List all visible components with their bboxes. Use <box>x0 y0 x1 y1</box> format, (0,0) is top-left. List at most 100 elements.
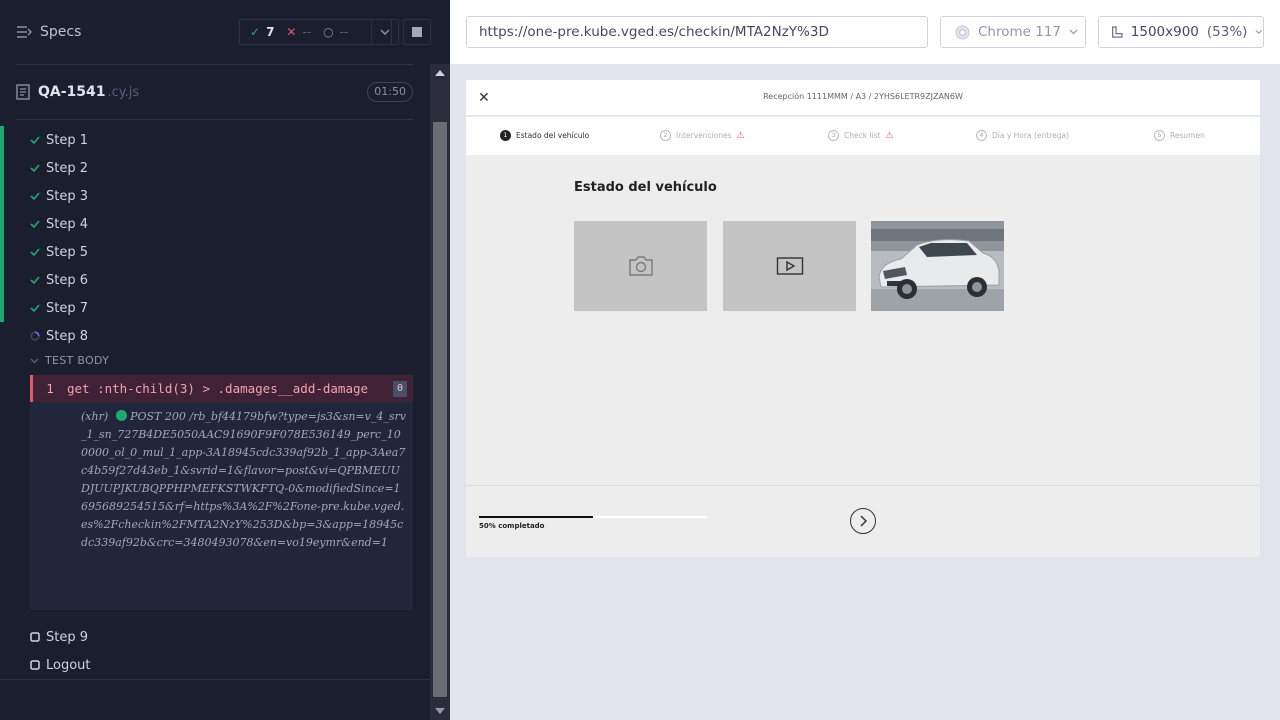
status-dot-icon <box>116 410 128 421</box>
scrollbar-thumb[interactable] <box>433 122 447 697</box>
chevron-down-icon <box>30 358 39 363</box>
pending-count: -- <box>339 25 349 39</box>
test-title: Logout <box>46 657 91 673</box>
test-item-pending[interactable]: Step 9 <box>0 623 430 651</box>
step-number: 4 <box>976 130 987 141</box>
pending-box-icon <box>30 660 40 670</box>
passed-icon: ✓ <box>250 25 261 39</box>
wizard-step[interactable]: 4 Día y Hora (entrega) <box>976 130 1069 141</box>
progress-fill <box>479 516 593 518</box>
add-video-tile[interactable] <box>723 221 856 311</box>
ruler-icon <box>1112 26 1123 38</box>
check-icon <box>30 275 40 285</box>
aut-panel: https://one-pre.kube.vged.es/checkin/MTA… <box>450 0 1280 720</box>
add-photo-tile[interactable] <box>574 221 707 311</box>
spec-name: QA-1541 <box>38 84 106 100</box>
pending-icon: ○ <box>323 25 334 39</box>
xhr-log-entry[interactable]: (xhr) POST 200 /rb_bf44179bfw?type=js3&sn… <box>30 402 413 610</box>
app-title: Recepción 1111MMM / A3 / 2YHS6LETR9ZJZAN… <box>763 92 963 101</box>
command-number: 1 <box>46 381 54 396</box>
test-item[interactable]: Step 1 <box>0 126 430 154</box>
test-title: Step 4 <box>46 216 89 232</box>
url-field[interactable]: https://one-pre.kube.vged.es/checkin/MTA… <box>466 16 928 48</box>
viewport-info[interactable]: 1500x900 (53%) <box>1098 16 1264 48</box>
step-label: Intervenciones <box>676 131 732 140</box>
test-body-header[interactable]: TEST BODY <box>30 354 109 367</box>
wizard-step[interactable]: 2 Intervenciones ⚠ <box>660 130 745 141</box>
step-label: Check list <box>844 131 881 140</box>
test-body-label: TEST BODY <box>45 354 110 367</box>
step-number: 5 <box>1154 130 1165 141</box>
test-item-pending[interactable]: Logout <box>0 651 430 679</box>
vehicle-photo[interactable] <box>871 221 1004 311</box>
file-icon <box>16 84 30 100</box>
stop-icon <box>412 27 422 37</box>
toggle-auto-scroll-button[interactable] <box>371 19 399 45</box>
test-item[interactable]: Step 2 <box>0 154 430 182</box>
command-log-panel: Specs ✓ 7 ✕ -- ○ -- QA-1541 .cy.js 01:50… <box>0 0 450 720</box>
chevron-down-icon <box>380 29 390 35</box>
reporter-header: Specs ✓ 7 ✕ -- ○ -- <box>0 0 450 64</box>
check-icon <box>30 135 40 145</box>
camera-icon <box>628 256 653 276</box>
step-number: 3 <box>828 130 839 141</box>
test-item-running[interactable]: Step 8 <box>0 322 430 350</box>
warning-icon: ⚠ <box>885 130 894 141</box>
test-title: Step 5 <box>46 244 89 260</box>
test-title: Step 6 <box>46 272 89 288</box>
test-item[interactable]: Step 3 <box>0 182 430 210</box>
test-item[interactable]: Step 6 <box>0 266 430 294</box>
test-title: Step 3 <box>46 188 89 204</box>
divider <box>16 64 413 65</box>
scroll-down-arrow-icon[interactable] <box>435 708 445 714</box>
test-list: Step 1 Step 2 Step 3 Step 4 Step 5 Step … <box>0 126 430 350</box>
step-label: Día y Hora (entrega) <box>992 131 1070 140</box>
check-icon <box>30 247 40 257</box>
test-item[interactable]: Step 5 <box>0 238 430 266</box>
pending-box-icon <box>30 632 40 642</box>
app-under-test: ✕ Recepción 1111MMM / A3 / 2YHS6LETR9ZJZ… <box>466 80 1260 557</box>
viewport-size: 1500x900 <box>1130 24 1199 40</box>
test-title: Step 9 <box>46 629 89 645</box>
browser-selector[interactable]: Chrome 117 <box>940 16 1086 48</box>
chrome-icon <box>955 24 970 40</box>
app-header: ✕ Recepción 1111MMM / A3 / 2YHS6LETR9ZJZ… <box>466 80 1260 116</box>
play-video-icon <box>776 257 803 275</box>
step-number: 1 <box>500 130 511 141</box>
check-icon <box>30 163 40 173</box>
command-row-failed[interactable]: 1 get :nth-child(3) > .damages__add-dama… <box>30 375 413 402</box>
test-item[interactable]: Step 7 <box>0 294 430 322</box>
test-item[interactable]: Step 4 <box>0 210 430 238</box>
wizard-step[interactable]: 1 Estado del vehículo <box>500 130 589 141</box>
specs-toggle[interactable]: Specs <box>16 24 81 40</box>
divider <box>0 679 430 680</box>
wizard-step[interactable]: 3 Check list ⚠ <box>828 130 894 141</box>
next-button[interactable] <box>850 508 876 534</box>
stats-summary: ✓ 7 ✕ -- ○ -- <box>239 19 392 45</box>
wizard-step[interactable]: 5 Resumen <box>1154 130 1205 141</box>
specs-label: Specs <box>40 24 82 40</box>
scroll-up-arrow-icon[interactable] <box>435 70 445 76</box>
footer-divider <box>466 485 1260 486</box>
xhr-prefix: (xhr) <box>81 410 109 423</box>
check-icon <box>30 191 40 201</box>
wizard-steps: 1 Estado del vehículo 2 Intervenciones ⚠… <box>466 117 1260 155</box>
spec-duration: 01:50 <box>367 82 413 102</box>
warning-icon: ⚠ <box>736 130 745 141</box>
element-count-badge: 0 <box>393 381 407 397</box>
passed-count: 7 <box>266 25 275 39</box>
spec-extension: .cy.js <box>107 84 140 100</box>
scrollbar[interactable] <box>430 64 450 720</box>
chevron-down-icon <box>1069 29 1078 35</box>
test-title: Step 8 <box>46 328 89 344</box>
spec-header: QA-1541 .cy.js 01:50 <box>16 80 413 104</box>
step-number: 2 <box>660 130 671 141</box>
specs-menu-icon <box>17 26 32 38</box>
stop-button[interactable] <box>403 19 431 45</box>
section-title: Estado del vehículo <box>574 180 717 195</box>
test-title: Step 2 <box>46 160 89 176</box>
test-list-continued: Step 9 Logout <box>0 623 430 679</box>
step-label: Estado del vehículo <box>516 131 590 140</box>
command-text: get :nth-child(3) > .damages__add-damage <box>67 381 369 396</box>
viewport-scale: (53%) <box>1206 24 1248 40</box>
